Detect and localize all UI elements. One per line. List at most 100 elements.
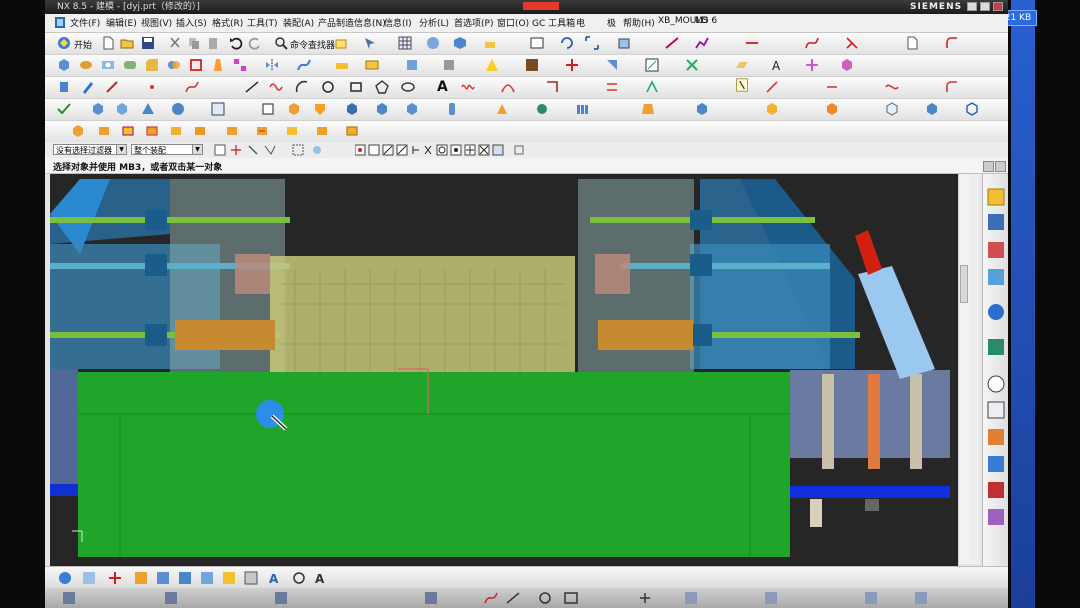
menu-electrode[interactable]: 电 xyxy=(576,16,585,29)
graphics-viewport[interactable] xyxy=(50,174,958,566)
snap-point-icon[interactable] xyxy=(805,58,819,72)
sweep-icon[interactable] xyxy=(297,58,311,72)
menu-format[interactable]: 格式(R) xyxy=(212,16,243,29)
boolean-icon[interactable] xyxy=(167,58,181,72)
cavity-icon[interactable] xyxy=(121,124,135,138)
render-style-icon[interactable] xyxy=(426,36,440,50)
orange-face-icon[interactable] xyxy=(641,102,655,116)
cylinder-icon[interactable] xyxy=(57,80,71,94)
mold-wizard-icon[interactable] xyxy=(71,124,85,138)
shield-face-icon[interactable] xyxy=(313,102,327,116)
split-body-icon[interactable] xyxy=(485,58,499,72)
pattern-icon[interactable] xyxy=(233,58,247,72)
rotate-view-icon[interactable] xyxy=(560,36,574,50)
delete-body-icon[interactable] xyxy=(685,58,699,72)
blue-face-icon[interactable] xyxy=(695,102,709,116)
orange-block-icon[interactable] xyxy=(287,102,301,116)
undo-icon[interactable] xyxy=(229,36,243,50)
menu-ms6[interactable]: MS 6 xyxy=(695,16,717,26)
block-icon[interactable] xyxy=(91,102,105,116)
text-icon[interactable]: A xyxy=(770,58,784,72)
layer-icon[interactable] xyxy=(483,36,497,50)
spline-icon[interactable] xyxy=(185,80,199,94)
extrude-icon[interactable] xyxy=(57,58,71,72)
blue-cube3-icon[interactable] xyxy=(405,102,419,116)
helix-icon[interactable] xyxy=(461,80,475,94)
mirror-icon[interactable] xyxy=(265,58,279,72)
shell-icon[interactable] xyxy=(189,58,203,72)
white-block-icon[interactable] xyxy=(885,102,899,116)
material-icon[interactable] xyxy=(525,58,539,72)
resource-bar-icons[interactable] xyxy=(983,174,1008,566)
orange-block2-icon[interactable] xyxy=(765,102,779,116)
menu-information[interactable]: 信息(I) xyxy=(384,16,412,29)
highlight-tool-icon[interactable] xyxy=(735,78,749,92)
open-folder-icon[interactable] xyxy=(120,36,134,50)
slider-icon[interactable] xyxy=(169,124,183,138)
shaded-cube-icon[interactable] xyxy=(453,36,467,50)
fit-view-icon[interactable] xyxy=(585,36,599,50)
cylinder2-icon[interactable] xyxy=(445,102,459,116)
save-icon[interactable] xyxy=(141,36,155,50)
selection-scope-dropdown[interactable]: 整个装配 ▼ xyxy=(131,144,203,155)
transform-icon[interactable] xyxy=(565,58,579,72)
bridge-curve-icon[interactable] xyxy=(501,80,515,94)
patch-icon[interactable] xyxy=(442,58,456,72)
draft-face-icon[interactable] xyxy=(495,102,509,116)
text-tool-icon[interactable]: A xyxy=(437,79,448,95)
datum-plane-icon[interactable] xyxy=(735,58,749,72)
thicken-icon[interactable] xyxy=(365,58,379,72)
close-panel-icon[interactable] xyxy=(995,161,1006,172)
hole-icon[interactable] xyxy=(101,58,115,72)
gate-icon[interactable] xyxy=(285,124,299,138)
menu-analysis[interactable]: 分析(L) xyxy=(419,16,449,29)
menu-assembly[interactable]: 装配(A) xyxy=(283,16,314,29)
curve-length-icon[interactable] xyxy=(885,80,899,94)
cooling-icon[interactable] xyxy=(255,124,269,138)
lifter-icon[interactable] xyxy=(193,124,207,138)
line-icon[interactable] xyxy=(245,80,259,94)
paste-icon[interactable] xyxy=(206,36,220,50)
blend-icon[interactable] xyxy=(123,58,137,72)
sphere-icon[interactable] xyxy=(171,102,185,116)
project-curve-icon[interactable] xyxy=(545,80,559,94)
copy-icon[interactable] xyxy=(187,36,201,50)
menu-gc-toolbox[interactable]: GC 工具箱 xyxy=(532,16,575,29)
revolve-icon[interactable] xyxy=(79,58,93,72)
snap-point-toolbar[interactable] xyxy=(355,144,575,156)
maximize-button[interactable] xyxy=(980,2,990,11)
polygon-icon[interactable] xyxy=(375,80,389,94)
circle-icon[interactable] xyxy=(321,80,335,94)
wrap-geometry-icon[interactable] xyxy=(840,58,854,72)
command-finder-label[interactable]: 命令查找器 xyxy=(290,38,335,51)
selection-filter-dropdown[interactable]: 没有选择过滤器 ▼ xyxy=(53,144,127,155)
grid-icon[interactable] xyxy=(398,36,412,50)
blue-block4-icon[interactable] xyxy=(925,102,939,116)
analysis-icon[interactable] xyxy=(695,36,709,50)
blue-cube-icon[interactable] xyxy=(345,102,359,116)
blue-cube2-icon[interactable] xyxy=(375,102,389,116)
draft-icon[interactable] xyxy=(211,58,225,72)
command-finder-icon[interactable] xyxy=(274,36,288,50)
snap-icons-group[interactable] xyxy=(213,144,333,156)
replace-face-icon[interactable] xyxy=(645,58,659,72)
sew-icon[interactable] xyxy=(405,58,419,72)
scrollbar-thumb[interactable] xyxy=(960,265,968,303)
select-filter-icon[interactable] xyxy=(363,36,377,50)
menu-edit[interactable]: 编辑(E) xyxy=(106,16,137,29)
outline-cube-icon[interactable] xyxy=(965,102,979,116)
start-button-label[interactable]: 开始 xyxy=(74,38,92,51)
fillet-icon[interactable] xyxy=(945,36,959,50)
bars-icon[interactable] xyxy=(575,102,589,116)
start-icon[interactable] xyxy=(57,36,71,50)
electrode-icon[interactable] xyxy=(345,124,359,138)
sheet-icon[interactable] xyxy=(261,102,275,116)
pencil-icon[interactable] xyxy=(81,80,95,94)
menu-ji[interactable]: 极 xyxy=(607,16,616,29)
assembly-icon[interactable] xyxy=(617,36,631,50)
menu-preferences[interactable]: 首选项(P) xyxy=(454,16,493,29)
mold-base-icon[interactable] xyxy=(97,124,111,138)
core-icon[interactable] xyxy=(145,124,159,138)
menu-insert[interactable]: 插入(S) xyxy=(176,16,207,29)
chamfer-icon[interactable] xyxy=(145,58,159,72)
